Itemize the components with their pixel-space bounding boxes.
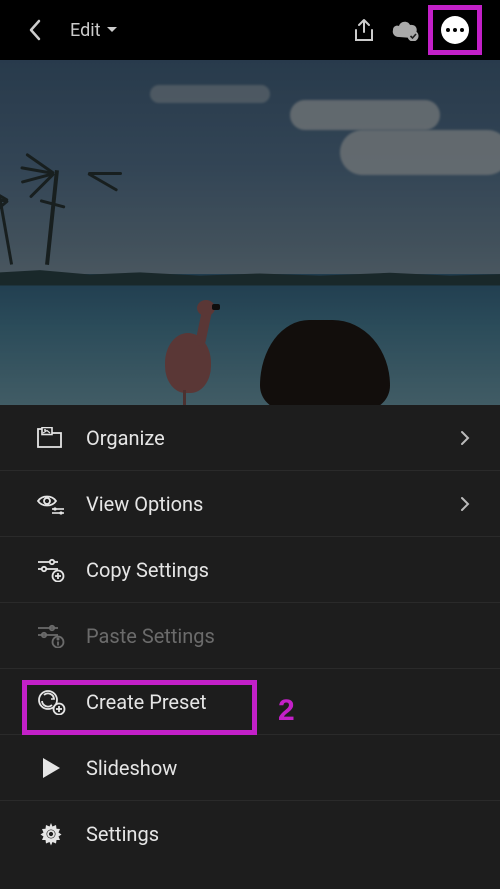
- circle-reuse-plus-icon: [36, 687, 66, 717]
- mode-title: Edit: [70, 20, 100, 41]
- sliders-info-icon: [36, 621, 66, 651]
- sliders-plus-icon: [36, 555, 66, 585]
- chevron-down-icon: [106, 26, 118, 34]
- options-menu: Organize View Options Copy Settings Past…: [0, 405, 500, 889]
- more-options-button[interactable]: [437, 12, 473, 48]
- menu-item-slideshow[interactable]: Slideshow: [0, 735, 500, 801]
- menu-item-label: Create Preset: [86, 690, 207, 714]
- menu-item-label: Slideshow: [86, 756, 177, 780]
- dim-overlay: [0, 60, 500, 405]
- menu-item-label: Organize: [86, 426, 165, 450]
- chevron-left-icon: [28, 19, 42, 41]
- menu-item-label: Settings: [86, 822, 159, 846]
- menu-item-copy-settings[interactable]: Copy Settings: [0, 537, 500, 603]
- photo-preview: [0, 60, 500, 405]
- chevron-right-icon: [460, 430, 470, 446]
- back-button[interactable]: [22, 17, 48, 43]
- menu-item-label: Copy Settings: [86, 558, 209, 582]
- menu-item-create-preset[interactable]: Create Preset: [0, 669, 500, 735]
- share-button[interactable]: [346, 12, 382, 48]
- share-icon: [353, 18, 375, 42]
- annotation-highlight-1: [428, 5, 482, 55]
- gear-icon: [36, 819, 66, 849]
- more-horizontal-icon: [441, 16, 469, 44]
- menu-item-organize[interactable]: Organize: [0, 405, 500, 471]
- eye-sliders-icon: [36, 489, 66, 519]
- cloud-sync-button[interactable]: [388, 12, 424, 48]
- app-header: Edit: [0, 0, 500, 60]
- menu-item-settings[interactable]: Settings: [0, 801, 500, 867]
- folder-image-icon: [36, 423, 66, 453]
- mode-dropdown[interactable]: Edit: [70, 20, 118, 41]
- cloud-check-icon: [391, 19, 421, 41]
- menu-item-label: View Options: [86, 492, 203, 516]
- menu-item-view-options[interactable]: View Options: [0, 471, 500, 537]
- menu-item-paste-settings: Paste Settings: [0, 603, 500, 669]
- annotation-label-2: 2: [278, 694, 295, 728]
- chevron-right-icon: [460, 496, 470, 512]
- play-icon: [36, 753, 66, 783]
- menu-item-label: Paste Settings: [86, 624, 215, 648]
